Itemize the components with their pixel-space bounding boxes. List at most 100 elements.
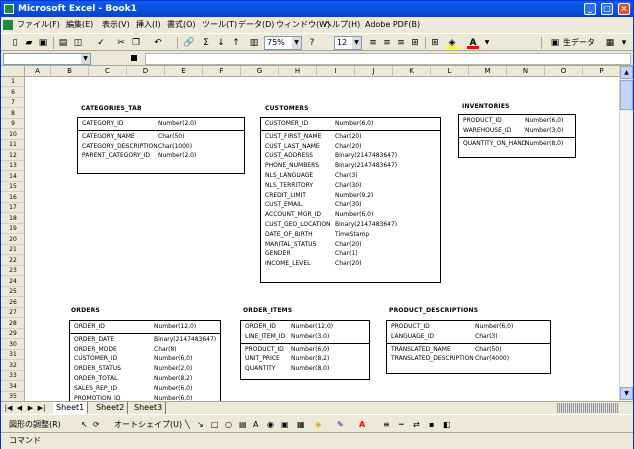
column-header[interactable]: I bbox=[317, 66, 355, 77]
column-header[interactable]: B bbox=[51, 66, 89, 77]
excel-app-icon[interactable] bbox=[4, 4, 14, 14]
row-header[interactable]: 17 bbox=[1, 203, 24, 213]
row-header[interactable]: 10 bbox=[1, 130, 24, 140]
chevron-down-icon[interactable]: ▼ bbox=[81, 54, 90, 64]
row-header[interactable]: 31 bbox=[1, 350, 24, 360]
save-icon[interactable]: ▣ bbox=[37, 37, 49, 49]
cut-icon[interactable]: ✂ bbox=[115, 37, 127, 49]
zoom-select[interactable]: 75% ▼ bbox=[264, 36, 302, 50]
row-header[interactable]: 28 bbox=[1, 319, 24, 329]
column-header[interactable]: N bbox=[507, 66, 545, 77]
menu-adobe-pdf[interactable]: Adobe PDF(B) bbox=[365, 17, 420, 33]
shadow-icon[interactable]: ▪ bbox=[429, 415, 434, 434]
fill-color-icon[interactable]: ◈ bbox=[446, 37, 458, 49]
chevron-down-icon[interactable]: ▼ bbox=[352, 37, 361, 49]
merge-center-icon[interactable]: ⊞ bbox=[409, 37, 421, 49]
scroll-down-icon[interactable]: ▼ bbox=[620, 387, 633, 400]
workbook-icon[interactable] bbox=[3, 20, 13, 30]
font-color-icon[interactable]: A bbox=[359, 415, 365, 434]
sort-desc-icon[interactable]: ↑ bbox=[230, 37, 242, 49]
row-header[interactable]: 13 bbox=[1, 161, 24, 171]
row-header[interactable]: 29 bbox=[1, 329, 24, 339]
print-icon[interactable]: ▤ bbox=[57, 37, 69, 49]
draw-menu[interactable]: 図形の調整(R) bbox=[9, 415, 61, 434]
clipart-icon[interactable]: ▣ bbox=[281, 415, 289, 434]
rotate-icon[interactable]: ⟳ bbox=[93, 415, 100, 434]
column-header[interactable]: O bbox=[545, 66, 583, 77]
er-table-inventories[interactable]: PRODUCT_ID Number(6,0) WAREHOUSE_ID Number(… bbox=[458, 114, 576, 158]
maximize-button[interactable]: □ bbox=[601, 3, 613, 15]
er-table-order-items[interactable]: ORDER_ID Number(12,0) LINE_ITEM_ID Number(3… bbox=[240, 320, 370, 380]
menu-data[interactable]: データ(D) bbox=[238, 17, 274, 33]
row-header[interactable]: 11 bbox=[1, 140, 24, 150]
minimize-button[interactable]: _ bbox=[584, 3, 596, 15]
chevron-down-icon[interactable]: ▼ bbox=[481, 37, 493, 49]
chevron-down-icon[interactable]: ▾ bbox=[618, 37, 630, 49]
name-box[interactable]: ▼ bbox=[3, 53, 91, 65]
autosum-icon[interactable]: Σ bbox=[200, 37, 212, 49]
fx-marker-icon[interactable] bbox=[131, 55, 137, 61]
menu-view[interactable]: 表示(V) bbox=[102, 17, 130, 33]
er-table-customers[interactable]: CUSTOMER_ID Number(6,0) CUST_FIRST_NAME Cha… bbox=[260, 117, 441, 283]
data-label[interactable]: 生データ bbox=[563, 37, 595, 49]
column-header[interactable]: K bbox=[393, 66, 431, 77]
arrow-icon[interactable]: ↘ bbox=[197, 415, 204, 434]
open-icon[interactable]: ▰ bbox=[23, 37, 35, 49]
pdf-icon[interactable]: ▣ bbox=[549, 37, 561, 49]
row-header[interactable]: 8 bbox=[1, 109, 24, 119]
rectangle-icon[interactable]: □ bbox=[211, 415, 219, 434]
column-header[interactable]: D bbox=[127, 66, 165, 77]
last-sheet-icon[interactable]: ▶| bbox=[37, 404, 46, 413]
select-objects-icon[interactable]: ↖ bbox=[81, 415, 88, 434]
autoshape-menu[interactable]: オートシェイプ(U) bbox=[114, 415, 182, 434]
column-header[interactable]: F bbox=[203, 66, 241, 77]
menu-insert[interactable]: 挿入(I) bbox=[136, 17, 161, 33]
row-header[interactable]: 24 bbox=[1, 277, 24, 287]
close-button[interactable]: × bbox=[618, 3, 630, 15]
hyperlink-icon[interactable]: 🔗 bbox=[183, 37, 195, 49]
column-header[interactable]: G bbox=[241, 66, 279, 77]
er-table-product-descriptions[interactable]: PRODUCT_ID Number(6,0) LANGUAGE_ID Char(3) T… bbox=[386, 320, 551, 374]
er-table-categories[interactable]: CATEGORY_ID Number(2,0) CATEGORY_NAME Char(… bbox=[77, 117, 245, 174]
column-header[interactable]: J bbox=[355, 66, 393, 77]
rect-icon[interactable]: ▦ bbox=[604, 37, 616, 49]
font-color-icon[interactable]: A bbox=[467, 37, 479, 49]
fill-color-icon[interactable]: ◈ bbox=[315, 415, 321, 434]
line-color-icon[interactable]: ✎ bbox=[337, 415, 344, 434]
row-header[interactable]: 14 bbox=[1, 172, 24, 182]
menu-format[interactable]: 書式(O) bbox=[167, 17, 196, 33]
row-header[interactable]: 34 bbox=[1, 382, 24, 392]
menu-tools[interactable]: ツール(T) bbox=[202, 17, 237, 33]
tab-sheet3[interactable]: Sheet3 bbox=[131, 402, 167, 414]
row-header[interactable]: 15 bbox=[1, 182, 24, 192]
align-left-icon[interactable]: ≡ bbox=[367, 37, 379, 49]
menu-file[interactable]: ファイル(F) bbox=[17, 17, 60, 33]
title-bar[interactable]: Microsoft Excel - Book1 _ □ × bbox=[1, 1, 633, 17]
row-header[interactable]: 30 bbox=[1, 340, 24, 350]
column-header[interactable]: E bbox=[165, 66, 203, 77]
horizontal-scroll-thumb[interactable] bbox=[557, 403, 619, 413]
er-table-orders[interactable]: ORDER_ID Number(12,0) ORDER_DATE Binary(214… bbox=[69, 320, 221, 401]
new-icon[interactable]: ▯ bbox=[9, 37, 21, 49]
line-style-icon[interactable]: ≡ bbox=[383, 415, 390, 434]
formula-input[interactable] bbox=[145, 53, 631, 65]
help-icon[interactable]: ? bbox=[306, 37, 318, 49]
row-header[interactable]: 25 bbox=[1, 287, 24, 297]
column-header[interactable]: A bbox=[25, 66, 51, 77]
menu-edit[interactable]: 編集(E) bbox=[66, 17, 93, 33]
select-all-corner[interactable] bbox=[1, 66, 25, 77]
prev-sheet-icon[interactable]: ◀ bbox=[15, 404, 24, 413]
row-header[interactable]: 35 bbox=[1, 392, 24, 401]
arrow-style-icon[interactable]: ⇄ bbox=[413, 415, 420, 434]
row-header[interactable]: 7 bbox=[1, 98, 24, 108]
first-sheet-icon[interactable]: |◀ bbox=[4, 404, 13, 413]
print-preview-icon[interactable]: ◫ bbox=[72, 37, 84, 49]
row-header[interactable]: 22 bbox=[1, 256, 24, 266]
column-header[interactable]: L bbox=[431, 66, 469, 77]
align-right-icon[interactable]: ≡ bbox=[395, 37, 407, 49]
row-header[interactable]: 33 bbox=[1, 371, 24, 381]
textbox-icon[interactable]: ▤ bbox=[239, 415, 247, 434]
next-sheet-icon[interactable]: ▶ bbox=[26, 404, 35, 413]
column-header[interactable]: P bbox=[583, 66, 621, 77]
font-size-select[interactable]: 12 ▼ bbox=[334, 36, 362, 50]
